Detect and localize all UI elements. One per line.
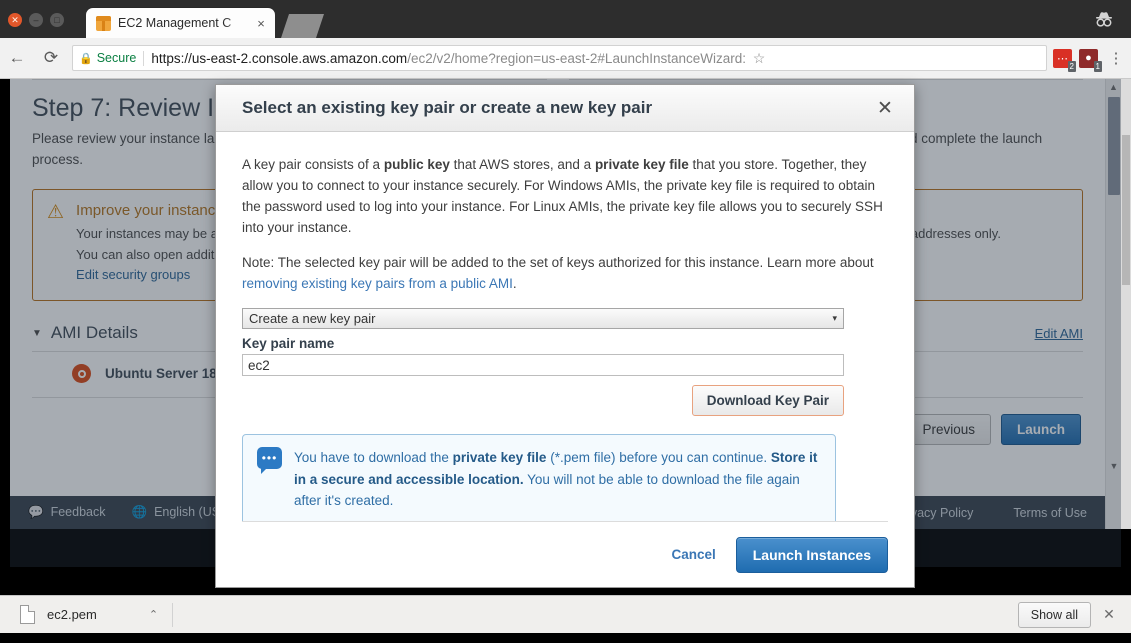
address-bar[interactable]: 🔒 Secure https://us-east-2.console.aws.a… [72, 45, 1047, 71]
adblock-extension-icon[interactable]: ⋯ [1053, 48, 1077, 72]
chevron-down-icon: ▼ [32, 327, 42, 339]
chrome-menu-icon[interactable]: ⋮ [1105, 49, 1127, 67]
speech-bubble-icon: 💬 [28, 505, 44, 519]
key-pair-name-label: Key pair name [242, 336, 335, 352]
dialog-header: Select an existing key pair or create a … [216, 85, 914, 132]
key-pair-select-value: Create a new key pair [249, 311, 376, 327]
download-key-pair-button[interactable]: Download Key Pair [691, 385, 844, 417]
key-pair-name-value: ec2 [248, 357, 270, 373]
incognito-icon [1096, 12, 1112, 27]
desc-part-c: that AWS stores, and a [449, 157, 595, 172]
desc-public-key: public key [383, 157, 450, 172]
key-pair-dialog: Select an existing key pair or create a … [215, 84, 915, 588]
window-scrollbar[interactable] [1121, 79, 1131, 529]
warning-triangle-icon: ⚠ [47, 201, 65, 223]
info-part-c: (*.pem file) before you can continue. [546, 450, 771, 466]
new-tab-button[interactable] [281, 14, 324, 38]
dialog-title: Select an existing key pair or create a … [242, 98, 653, 117]
tab-close-icon[interactable]: × [253, 16, 269, 31]
note-part-a: Note: The selected key pair will be adde… [242, 255, 874, 271]
window-controls: ✕ – □ [8, 13, 64, 27]
note-part-b: . [512, 276, 517, 292]
url-text: https://us-east-2.console.aws.amazon.com… [151, 51, 746, 66]
launch-button[interactable]: Launch [1000, 414, 1081, 446]
back-button[interactable]: ← [0, 41, 34, 75]
info-callout: ••• You have to download the private key… [242, 434, 836, 521]
download-divider [172, 602, 174, 627]
previous-button[interactable]: Previous [906, 414, 991, 446]
close-download-bar-icon[interactable]: ✕ [1099, 606, 1119, 623]
removing-key-pairs-link[interactable]: removing existing key pairs from a publi… [242, 276, 513, 291]
language-selector[interactable]: 🌐 English (US) [131, 505, 224, 520]
tab-title: EC2 Management C [118, 16, 232, 30]
browser-tab[interactable]: EC2 Management C × [86, 8, 275, 38]
browser-window: ✕ – □ EC2 Management C × ← → ⟳ 🔒 Secure … [0, 0, 1131, 643]
aws-favicon [96, 15, 111, 31]
dialog-body: A key pair consists of a public key that… [216, 132, 914, 521]
key-pair-name-input[interactable]: ec2 [242, 354, 844, 377]
chevron-up-icon[interactable]: ⌃ [149, 608, 158, 621]
window-close-button[interactable]: ✕ [8, 13, 22, 27]
navigation-bar: ← → ⟳ 🔒 Secure https://us-east-2.console… [0, 38, 1131, 567]
download-bar-actions: Show all ✕ [1017, 601, 1131, 628]
page-scrollbar[interactable]: ▲ ▼ [1105, 79, 1121, 529]
key-pair-description: A key pair consists of a public key that… [242, 154, 888, 238]
key-pair-note: Note: The selected key pair will be adde… [242, 252, 888, 294]
lock-icon: 🔒 [79, 52, 93, 65]
feedback-link[interactable]: 💬 Feedback [28, 505, 105, 520]
dialog-footer: Cancel Launch Instances [242, 521, 888, 587]
scrollbar-thumb[interactable] [1108, 97, 1120, 195]
title-bar: ✕ – □ EC2 Management C × [0, 0, 1131, 38]
ami-details-heading: AMI Details [50, 323, 138, 343]
ubuntu-icon [72, 364, 91, 384]
desc-private-key-file: private key file [594, 157, 689, 172]
info-private-key-file: private key file [452, 450, 547, 466]
info-part-a: You have to download the [294, 450, 453, 466]
url-host: https://us-east-2.console.aws.amazon.com [151, 50, 408, 66]
url-path: /ec2/v2/home?region=us-east-2#LaunchInst… [407, 50, 747, 66]
feedback-label: Feedback [50, 505, 106, 519]
file-icon [20, 605, 35, 624]
bookmark-star-icon[interactable]: ☆ [746, 50, 772, 67]
scroll-up-arrow-icon[interactable]: ▲ [1106, 79, 1121, 95]
download-bar: ec2.pem ⌃ Show all ✕ [0, 595, 1131, 633]
cancel-button[interactable]: Cancel [671, 547, 715, 562]
window-maximize-button[interactable]: □ [50, 13, 64, 27]
edit-security-groups-link[interactable]: Edit security groups [76, 267, 190, 282]
key-pair-select[interactable]: Create a new key pair ▾ [242, 308, 844, 330]
scroll-down-arrow-icon[interactable]: ▼ [1106, 458, 1121, 474]
language-label: English (US) [154, 505, 225, 519]
ublock-extension-icon[interactable]: ● [1079, 48, 1103, 72]
download-item[interactable]: ec2.pem ⌃ [0, 596, 172, 633]
window-minimize-button[interactable]: – [29, 13, 43, 27]
omnibox-divider [143, 50, 145, 66]
download-row: Download Key Pair [242, 385, 844, 417]
info-callout-text: You have to download the private key fil… [294, 447, 821, 512]
chevron-down-icon: ▾ [832, 313, 837, 324]
launch-instances-button[interactable]: Launch Instances [735, 536, 888, 573]
desc-part-a: A key pair consists of a [242, 157, 384, 172]
globe-icon: 🌐 [131, 505, 148, 519]
info-bubble-icon: ••• [257, 447, 282, 475]
show-all-button[interactable]: Show all [1017, 601, 1091, 628]
secure-label: Secure [96, 51, 137, 65]
download-file-name: ec2.pem [47, 607, 97, 622]
close-icon[interactable]: ✕ [874, 97, 896, 120]
reload-button[interactable]: ⟳ [34, 41, 68, 75]
edit-ami-link[interactable]: Edit AMI [1035, 326, 1083, 341]
terms-of-use-link[interactable]: Terms of Use [1013, 506, 1087, 520]
